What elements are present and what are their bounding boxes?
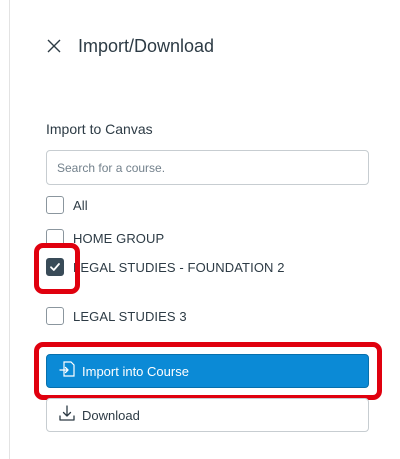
download-button-label: Download: [82, 407, 140, 423]
course-option-legal-studies-3[interactable]: LEGAL STUDIES 3: [46, 305, 187, 327]
course-option-label: LEGAL STUDIES 3: [73, 308, 187, 324]
checkbox-checked[interactable]: [46, 258, 64, 276]
checkbox[interactable]: [46, 196, 64, 214]
close-icon[interactable]: [44, 36, 64, 56]
download-button[interactable]: Download: [46, 398, 369, 432]
tray-header: Import/Download: [44, 34, 214, 58]
course-option-legal-studies-foundation-2[interactable]: LEGAL STUDIES - FOUNDATION 2: [46, 256, 285, 278]
import-button-label: Import into Course: [82, 363, 189, 379]
course-search-input[interactable]: [46, 150, 369, 185]
checkbox[interactable]: [46, 307, 64, 325]
import-into-course-button[interactable]: Import into Course: [46, 354, 369, 388]
course-option-all[interactable]: All: [46, 194, 88, 216]
download-icon: [58, 404, 76, 427]
checkbox[interactable]: [46, 229, 64, 247]
import-section-label: Import to Canvas: [46, 121, 153, 137]
checkmark-icon: [50, 263, 60, 271]
course-option-label: LEGAL STUDIES - FOUNDATION 2: [73, 259, 285, 275]
tray-title: Import/Download: [78, 35, 215, 56]
import-icon: [58, 360, 76, 383]
course-option-home-group[interactable]: HOME GROUP: [46, 227, 164, 249]
import-download-tray: Import/Download Import to Canvas All HOM…: [0, 0, 400, 459]
tray-border: [9, 0, 10, 459]
course-option-label: All: [73, 197, 88, 213]
course-option-label: HOME GROUP: [73, 230, 165, 246]
